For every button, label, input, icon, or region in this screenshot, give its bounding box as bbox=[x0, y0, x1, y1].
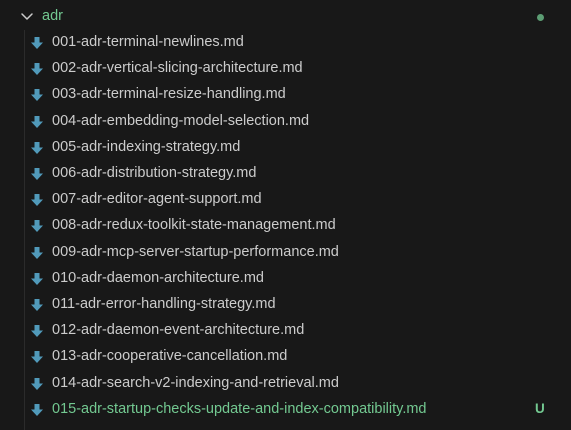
markdown-download-icon bbox=[31, 89, 43, 102]
file-row[interactable]: 012-adr-daemon-event-architecture.md bbox=[0, 318, 571, 344]
file-label: 003-adr-terminal-resize-handling.md bbox=[52, 86, 286, 103]
file-label: 007-adr-editor-agent-support.md bbox=[52, 191, 262, 208]
markdown-download-icon bbox=[31, 403, 43, 416]
markdown-download-icon bbox=[31, 246, 43, 259]
file-row[interactable]: 003-adr-terminal-resize-handling.md bbox=[0, 82, 571, 108]
file-row[interactable]: 004-adr-embedding-model-selection.md bbox=[0, 109, 571, 135]
folder-label: adr bbox=[42, 8, 63, 24]
chevron-down-icon bbox=[21, 13, 33, 20]
file-label: 012-adr-daemon-event-architecture.md bbox=[52, 322, 305, 339]
file-label: 001-adr-terminal-newlines.md bbox=[52, 34, 244, 50]
file-label: 010-adr-daemon-architecture.md bbox=[52, 269, 264, 286]
markdown-download-icon bbox=[31, 168, 43, 180]
markdown-download-icon bbox=[31, 220, 43, 233]
file-label: 015-adr-startup-checks-update-and-index-… bbox=[52, 400, 427, 417]
file-row[interactable]: 002-adr-vertical-slicing-architecture.md bbox=[0, 56, 571, 82]
file-label: 002-adr-vertical-slicing-architecture.md bbox=[52, 60, 303, 77]
folder-row-adr[interactable]: adr bbox=[0, 4, 571, 30]
markdown-download-icon bbox=[31, 272, 43, 285]
file-row[interactable]: 011-adr-error-handling-strategy.md bbox=[0, 292, 571, 318]
markdown-download-icon bbox=[31, 141, 43, 154]
markdown-download-icon bbox=[31, 377, 43, 390]
file-row[interactable]: 010-adr-daemon-architecture.md bbox=[0, 266, 571, 292]
git-status-dot bbox=[537, 14, 544, 21]
file-row[interactable]: 013-adr-cooperative-cancellation.md bbox=[0, 344, 571, 370]
file-label: 014-adr-search-v2-indexing-and-retrieval… bbox=[52, 374, 339, 391]
file-row[interactable]: 001-adr-terminal-newlines.md bbox=[0, 30, 571, 56]
file-label: 008-adr-redux-toolkit-state-management.m… bbox=[52, 217, 336, 234]
file-explorer: adr 001-adr-terminal-newlines.md 002-adr-… bbox=[0, 0, 571, 430]
file-label: 004-adr-embedding-model-selection.md bbox=[52, 112, 310, 129]
markdown-download-icon bbox=[31, 194, 43, 207]
file-row[interactable]: 015-adr-startup-checks-update-and-index-… bbox=[0, 397, 571, 423]
file-label: 009-adr-mcp-server-startup-performance.m… bbox=[52, 243, 339, 260]
file-label: 006-adr-distribution-strategy.md bbox=[52, 165, 257, 181]
file-row[interactable]: 008-adr-redux-toolkit-state-management.m… bbox=[0, 213, 571, 239]
markdown-download-icon bbox=[31, 37, 43, 49]
markdown-download-icon bbox=[31, 299, 43, 311]
markdown-download-icon bbox=[31, 115, 43, 128]
git-status-badge: U bbox=[535, 400, 545, 416]
file-label: 011-adr-error-handling-strategy.md bbox=[52, 296, 276, 312]
file-label: 013-adr-cooperative-cancellation.md bbox=[52, 348, 288, 365]
file-row[interactable]: 007-adr-editor-agent-support.md bbox=[0, 187, 571, 213]
file-row[interactable]: 005-adr-indexing-strategy.md bbox=[0, 135, 571, 161]
markdown-download-icon bbox=[31, 351, 43, 364]
file-row[interactable]: 009-adr-mcp-server-startup-performance.m… bbox=[0, 240, 571, 266]
markdown-download-icon bbox=[31, 325, 43, 338]
file-label: 005-adr-indexing-strategy.md bbox=[52, 138, 241, 155]
file-row[interactable]: 014-adr-search-v2-indexing-and-retrieval… bbox=[0, 371, 571, 397]
markdown-download-icon bbox=[31, 63, 43, 76]
file-row[interactable]: 006-adr-distribution-strategy.md bbox=[0, 161, 571, 187]
